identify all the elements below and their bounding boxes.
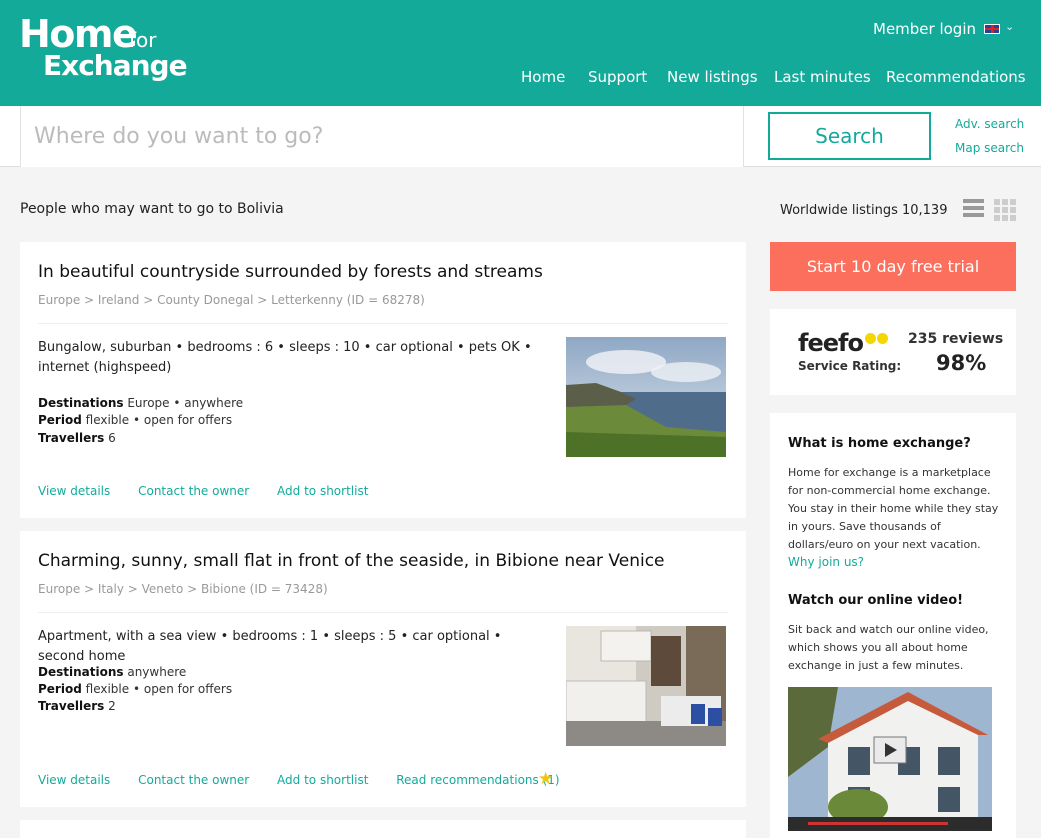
listing-title[interactable]: Charming, sunny, small flat in front of … <box>38 551 665 571</box>
why-join-link[interactable]: Why join us? <box>788 555 864 569</box>
travellers-label: Travellers <box>38 699 105 713</box>
travellers-value: 6 <box>108 431 116 445</box>
free-trial-button[interactable]: Start 10 day free trial <box>770 242 1016 291</box>
listing-card: Charming, sunny, small flat in front of … <box>20 531 746 807</box>
logo-home-text: Home <box>19 12 138 56</box>
feefo-review-count: 235 reviews <box>908 331 1004 347</box>
search-button[interactable]: Search <box>768 112 931 160</box>
site-header: Home for Exchange Member login ⌄ Home Su… <box>0 0 1041 106</box>
destinations-label: Destinations <box>38 396 124 410</box>
member-login-link[interactable]: Member login <box>873 20 976 38</box>
feefo-logo: feefo <box>798 329 864 357</box>
nav-last-minutes[interactable]: Last minutes <box>774 68 871 86</box>
feefo-eyes-icon <box>865 329 889 348</box>
star-icon: ★ <box>538 769 554 789</box>
listing-title[interactable]: In beautiful countryside surrounded by f… <box>38 262 543 282</box>
listing-photo-coast[interactable] <box>566 337 726 457</box>
people-heading: People who may want to go to Bolivia <box>20 201 284 217</box>
view-details-link[interactable]: View details <box>38 773 110 787</box>
destinations-label: Destinations <box>38 665 124 679</box>
listing-travellers: Travellers 2 <box>38 699 116 713</box>
play-icon[interactable] <box>873 736 907 764</box>
listing-location: Europe > Italy > Veneto > Bibione (ID = … <box>38 582 328 596</box>
uk-flag-icon[interactable] <box>984 24 1000 34</box>
period-value: flexible • open for offers <box>85 413 233 427</box>
listing-travellers: Travellers 6 <box>38 431 116 445</box>
search-bar: Search Adv. search Map search <box>0 106 1041 167</box>
nav-recommendations[interactable]: Recommendations <box>886 68 1026 86</box>
feefo-rating-box[interactable]: feefo Service Rating: 235 reviews 98% <box>770 309 1016 395</box>
add-shortlist-link[interactable]: Add to shortlist <box>277 484 368 498</box>
destinations-value: anywhere <box>127 665 187 679</box>
listing-description: Bungalow, suburban • bedrooms : 6 • slee… <box>38 340 532 375</box>
listing-destinations: Destinations anywhere <box>38 665 186 679</box>
what-is-heading: What is home exchange? <box>788 436 971 451</box>
listing-divider <box>38 323 728 324</box>
listing-card: In beautiful countryside surrounded by f… <box>20 242 746 518</box>
chevron-down-icon[interactable]: ⌄ <box>1005 20 1014 33</box>
period-value: flexible • open for offers <box>85 682 233 696</box>
travellers-value: 2 <box>108 699 116 713</box>
what-is-text: Home for exchange is a marketplace for n… <box>788 466 999 551</box>
contact-owner-link[interactable]: Contact the owner <box>138 484 249 498</box>
travellers-label: Travellers <box>38 431 105 445</box>
info-panel: What is home exchange? Home for exchange… <box>770 413 1016 838</box>
view-details-link[interactable]: View details <box>38 484 110 498</box>
list-view-icon[interactable] <box>963 199 984 220</box>
listing-location: Europe > Ireland > County Donegal > Lett… <box>38 293 425 307</box>
listing-period: Period flexible • open for offers <box>38 413 232 427</box>
listing-description: Apartment, with a sea view • bedrooms : … <box>38 629 502 664</box>
worldwide-listings-count: Worldwide listings 10,139 <box>780 203 948 218</box>
feefo-percentage: 98% <box>936 351 987 375</box>
listing-actions: View details Contact the owner Add to sh… <box>38 484 392 498</box>
read-recommendations-link[interactable]: Read recommendations (1) <box>396 773 559 787</box>
map-search-link[interactable]: Map search <box>955 141 1024 155</box>
listing-destinations: Destinations Europe • anywhere <box>38 396 243 410</box>
listing-actions: View details Contact the owner Add to sh… <box>38 773 584 787</box>
video-player[interactable] <box>788 687 992 831</box>
grid-view-icon[interactable] <box>994 199 1016 221</box>
nav-new-listings[interactable]: New listings <box>667 68 758 86</box>
nav-support[interactable]: Support <box>588 68 647 86</box>
feefo-service-rating-label: Service Rating: <box>798 359 902 373</box>
contact-owner-link[interactable]: Contact the owner <box>138 773 249 787</box>
listing-divider <box>38 612 728 613</box>
add-shortlist-link[interactable]: Add to shortlist <box>277 773 368 787</box>
video-heading: Watch our online video! <box>788 593 964 608</box>
logo-exchange-text: Exchange <box>43 49 188 82</box>
listing-photo-kitchen[interactable] <box>566 626 726 746</box>
destinations-value: Europe • anywhere <box>127 396 244 410</box>
site-logo[interactable]: Home for Exchange <box>19 14 199 84</box>
nav-home[interactable]: Home <box>521 68 565 86</box>
video-text: Sit back and watch our online video, whi… <box>788 623 989 672</box>
listing-card <box>20 820 746 838</box>
destination-search-input[interactable] <box>20 106 744 167</box>
advanced-search-link[interactable]: Adv. search <box>955 117 1024 131</box>
period-label: Period <box>38 682 82 696</box>
listing-period: Period flexible • open for offers <box>38 682 232 696</box>
period-label: Period <box>38 413 82 427</box>
